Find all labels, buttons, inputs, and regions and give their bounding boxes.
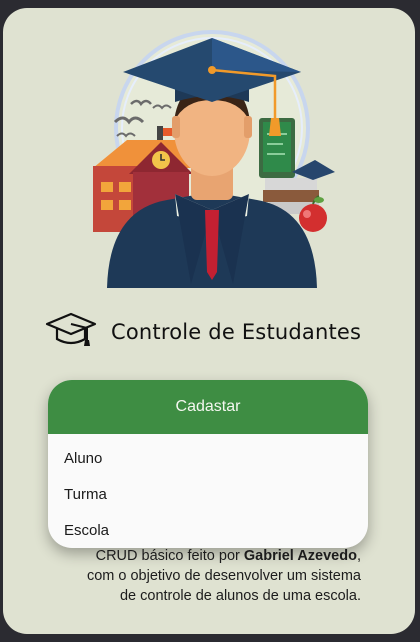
main-card: Controle de Estudantes Cadastar Aluno Tu… (3, 8, 415, 634)
description-line-1: CRUD básico feito por Gabriel Azevedo, (31, 546, 361, 566)
description-prefix: CRUD básico feito por (95, 548, 244, 564)
menu-item-escola[interactable]: Escola (48, 512, 368, 548)
author-name: Gabriel Azevedo (243, 548, 357, 564)
description-line-2: com o objetivo de desenvolver um sistema (86, 568, 361, 584)
graduation-cap-icon (45, 312, 97, 346)
project-description: CRUD básico feito por Gabriel Azevedo, c… (31, 546, 361, 606)
graduate-illustration (93, 30, 335, 288)
description-line-3: de controle de alunos de uma escola. (119, 588, 361, 604)
register-menu: Cadastar Aluno Turma Escola (48, 380, 368, 548)
menu-item-turma[interactable]: Turma (48, 476, 368, 512)
menu-item-aluno[interactable]: Aluno (48, 440, 368, 476)
description-comma: , (356, 548, 361, 564)
title-row: Controle de Estudantes (45, 310, 361, 354)
page-title: Controle de Estudantes (111, 320, 362, 344)
menu-header[interactable]: Cadastar (48, 380, 368, 434)
